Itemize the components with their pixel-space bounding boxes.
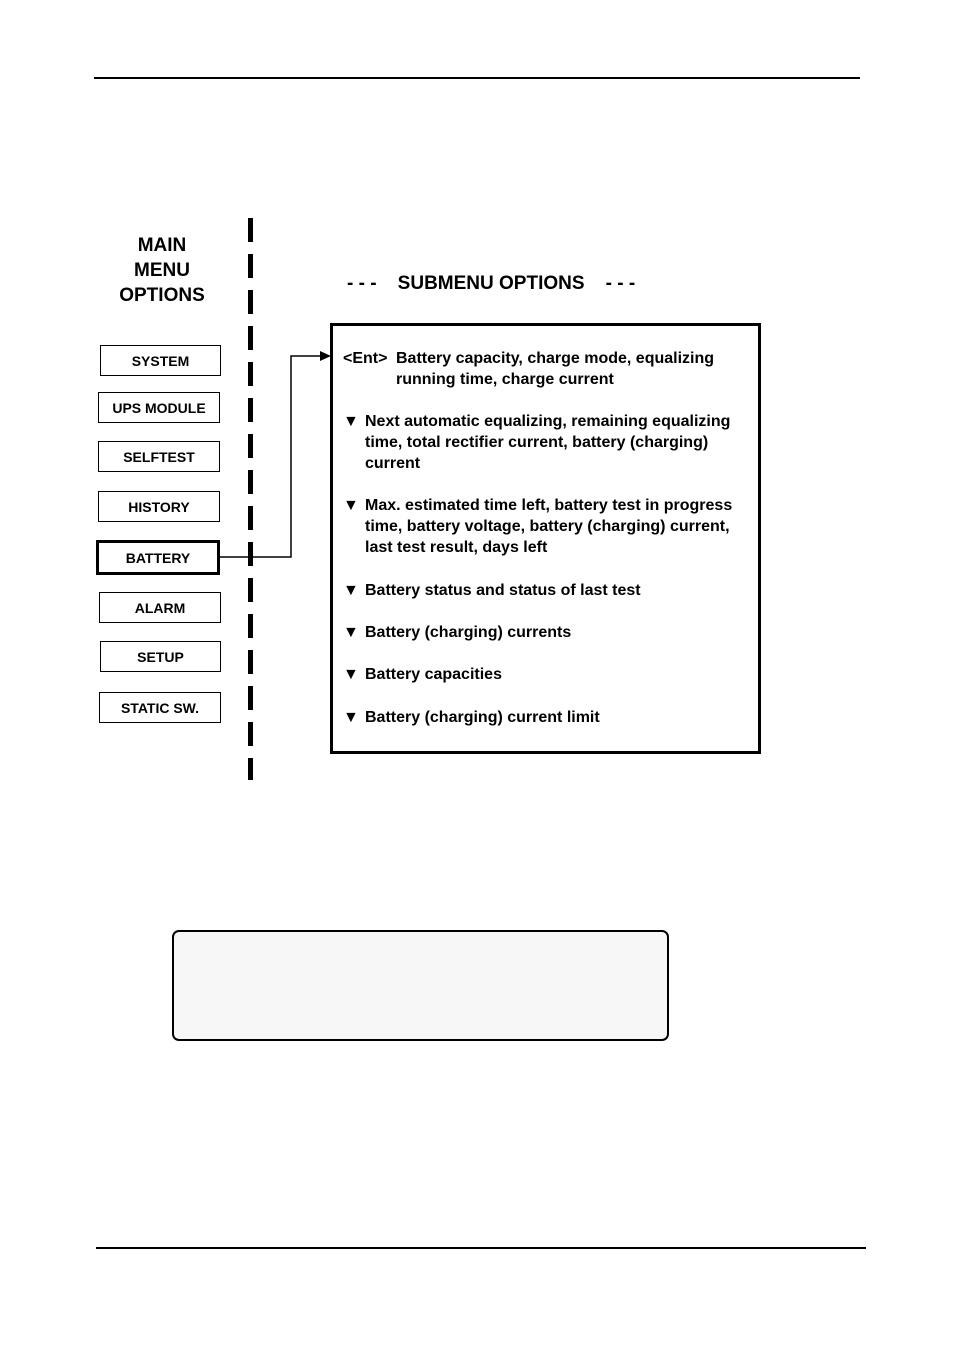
main-menu-title-line: MENU [134, 260, 190, 281]
submenu-item-text: Battery capacities [365, 666, 502, 683]
submenu-options-box: <Ent> Battery capacity, charge mode, equ… [330, 323, 761, 754]
submenu-item: ▼ Battery (charging) currents [343, 622, 753, 643]
menu-item-battery[interactable]: BATTERY [96, 540, 220, 575]
title-dashes-right: - - - [605, 273, 636, 294]
menu-item-label: BATTERY [125, 549, 191, 566]
menu-divider-dashed [248, 218, 253, 780]
menu-item-selftest[interactable]: SELFTEST [98, 441, 220, 472]
submenu-item-text: Battery capacity, charge mode, equalizin… [396, 350, 715, 388]
menu-item-label: UPS MODULE [112, 399, 206, 416]
menu-item-label: SELFTEST [123, 448, 195, 465]
submenu-item: ▼ Battery (charging) current limit [343, 707, 753, 728]
menu-item-alarm[interactable]: ALARM [99, 592, 221, 623]
down-arrow-icon: ▼ [343, 582, 359, 599]
submenu-item-text: Battery (charging) currents [365, 624, 572, 641]
down-arrow-icon: ▼ [343, 413, 359, 430]
submenu-title: - - - SUBMENU OPTIONS - - - [347, 273, 635, 295]
submenu-item-text: Battery (charging) current limit [365, 709, 600, 726]
submenu-item-text: Next automatic equalizing, remaining equ… [365, 413, 731, 472]
submenu-item: ▼ Next automatic equalizing, remaining e… [343, 411, 743, 474]
main-menu-title: MAIN MENU OPTIONS [100, 233, 224, 308]
footer-rule [96, 1247, 866, 1249]
menu-item-label: SYSTEM [131, 352, 190, 369]
main-menu-title-line: MAIN [137, 235, 187, 256]
enter-key-label: <Ent> [343, 350, 388, 367]
down-arrow-icon: ▼ [343, 666, 359, 683]
menu-item-setup[interactable]: SETUP [100, 641, 221, 672]
submenu-item: ▼ Battery capacities [343, 664, 753, 685]
submenu-title-text: SUBMENU OPTIONS [397, 273, 585, 294]
down-arrow-icon: ▼ [343, 709, 359, 726]
menu-item-static-sw[interactable]: STATIC SW. [99, 692, 221, 723]
down-arrow-icon: ▼ [343, 497, 359, 514]
submenu-item-text: Max. estimated time left, battery test i… [365, 497, 733, 556]
submenu-item: ▼ Battery status and status of last test [343, 580, 753, 601]
header-rule [94, 77, 860, 79]
menu-item-label: STATIC SW. [120, 699, 200, 716]
main-menu-title-line: OPTIONS [119, 285, 205, 306]
submenu-item: <Ent> Battery capacity, charge mode, equ… [343, 348, 753, 390]
title-dashes-left: - - - [347, 273, 377, 294]
submenu-item: ▼ Max. estimated time left, battery test… [343, 495, 743, 558]
lcd-display-panel [172, 930, 669, 1041]
menu-item-label: HISTORY [128, 498, 190, 515]
menu-item-ups-module[interactable]: UPS MODULE [98, 392, 220, 423]
submenu-item-text: Battery status and status of last test [365, 582, 641, 599]
menu-item-system[interactable]: SYSTEM [100, 345, 221, 376]
connector-line [220, 355, 322, 558]
down-arrow-icon: ▼ [343, 624, 359, 641]
menu-item-label: ALARM [134, 599, 186, 616]
menu-item-history[interactable]: HISTORY [98, 491, 220, 522]
menu-item-label: SETUP [137, 648, 184, 665]
